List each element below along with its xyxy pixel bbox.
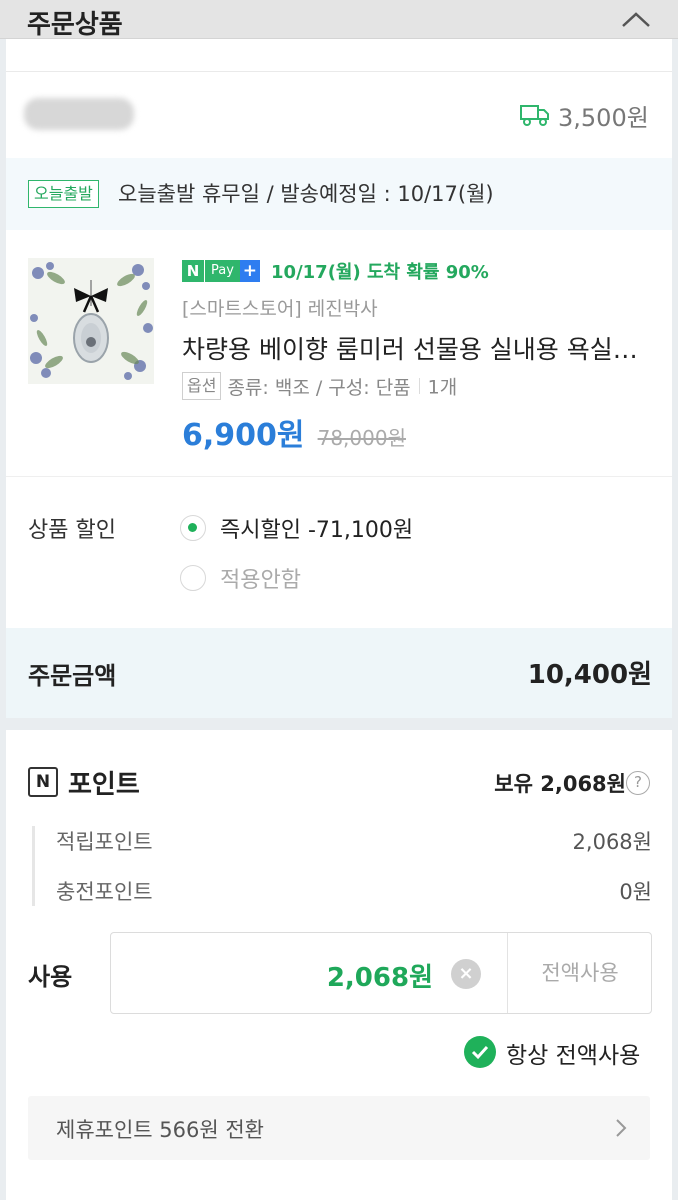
radio-no-discount[interactable] [180,565,206,591]
arrival-estimate: 10/17(월) 도착 확률 90% [271,262,489,283]
points-holding: 보유 2,068원 [494,772,626,796]
instant-discount-label[interactable]: 즉시할인 -71,100원 [220,512,413,544]
partner-points-convert-button[interactable]: 제휴포인트 566원 전환 [28,1096,650,1160]
dispatch-date-text: 오늘출발 휴무일 / 발송예정일 : 10/17(월) [118,182,494,206]
npay-arrival-info: N Pay + 10/17(월) 도착 확률 90% [182,258,489,284]
clear-icon[interactable]: × [451,959,481,989]
option-badge: 옵션 [182,372,222,400]
section-title: 주문상품 [27,10,123,40]
product-name[interactable]: 차량용 베이향 룸미러 선물용 실내용 욕실용 방향제 [182,330,652,366]
no-discount-label[interactable]: 적용안함 [220,562,301,594]
order-total-value: 10,400원 [527,660,652,690]
partner-points-convert-text: 제휴포인트 566원 전환 [56,1118,264,1142]
product-option-row: 옵션 종류: 백조 / 구성: 단품 1개 [182,372,457,402]
naver-n-icon: N [28,767,58,797]
original-price: 78,000원 [317,426,406,450]
points-use-input[interactable]: 2,068원 [327,957,433,994]
points-use-field[interactable]: 2,068원 × 전액사용 [110,932,652,1014]
radio-instant-discount[interactable] [180,515,206,541]
order-total-label: 주문금액 [28,662,117,690]
use-all-button[interactable]: 전액사용 [509,957,651,987]
npay-pay-logo: Pay [205,260,240,282]
option-text: 종류: 백조 / 구성: 단품 [227,376,411,399]
always-use-all-label[interactable]: 항상 전액사용 [506,1036,640,1070]
product-discount-label: 상품 할인 [28,518,116,543]
points-use-label: 사용 [28,963,73,991]
points-breakdown-bar [32,826,35,906]
seller-name-blurred [24,98,134,130]
help-icon[interactable]: ? [626,771,650,795]
today-dispatch-badge: 오늘출발 [28,180,99,208]
divider [507,933,508,1013]
shipping-fee-amount: 3,500원 [558,104,649,132]
order-items-header[interactable]: 주문상품 [0,0,678,40]
quantity: 1개 [427,376,458,399]
divider [418,378,420,394]
divider [6,71,672,72]
npay-n-logo: N [182,260,204,282]
product-thumbnail[interactable] [28,258,154,384]
price-row: 6,900원 78,000원 [182,410,406,454]
sale-price: 6,900원 [182,418,305,453]
check-icon[interactable] [464,1036,496,1068]
earned-points-value: 2,068원 [572,830,652,854]
order-total-row: 주문금액 10,400원 [6,628,672,718]
chevron-up-icon[interactable] [620,8,652,32]
store-name: [스마트스토어] 레진박사 [182,298,378,320]
divider [6,476,672,477]
chevron-right-icon [616,1119,627,1137]
product-image [28,258,154,384]
charged-points-label: 충전포인트 [56,880,153,904]
npay-plus-logo: + [239,260,260,282]
truck-icon [520,105,549,126]
earned-points-label: 적립포인트 [56,830,153,854]
charged-points-value: 0원 [619,880,652,904]
points-title: 포인트 [68,770,140,800]
dispatch-info: 오늘출발 오늘출발 휴무일 / 발송예정일 : 10/17(월) [6,158,672,230]
